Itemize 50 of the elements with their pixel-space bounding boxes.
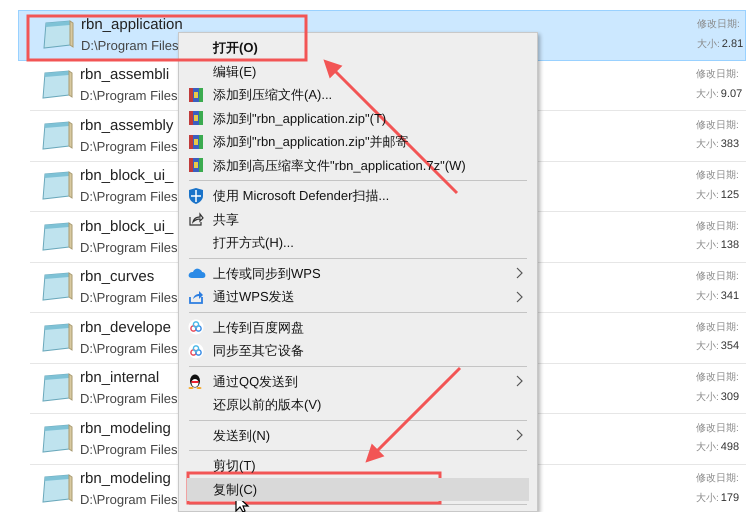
size-label: 大小:: [696, 139, 719, 152]
file-size: 383: [720, 138, 740, 152]
modified-date: 修改日期:: [696, 220, 740, 234]
file-name: rbn_modeling: [80, 470, 172, 489]
file-size: 2.81: [722, 38, 744, 52]
modified-date: 修改日期:: [696, 69, 740, 82]
file-path: D:\Program Files: [80, 88, 178, 104]
size-label: 大小:: [696, 190, 719, 202]
size-label: 大小:: [696, 492, 719, 506]
size-label: 大小:: [696, 341, 719, 354]
file-size: 498: [720, 441, 740, 455]
modified-date: 修改日期:: [696, 322, 740, 334]
file-name: rbn_assembli: [80, 66, 170, 85]
modified-date: 修改日期:: [696, 473, 740, 486]
file-size: 354: [720, 340, 740, 354]
file-name: rbn_block_ui_: [80, 218, 174, 236]
file-name: rbn_curves: [80, 268, 156, 287]
modified-date: 修改日期:: [696, 170, 740, 183]
file-name: rbn_block_ui_: [80, 167, 174, 186]
file-path: D:\Program Files: [80, 340, 178, 357]
file-name: rbn_assembly: [80, 116, 174, 136]
modified-date: 修改日期:: [696, 422, 740, 436]
file-path: D:\Program Files: [80, 138, 178, 155]
modified-date: 修改日期:: [696, 372, 740, 385]
file-path: D:\Program Files: [80, 492, 178, 508]
file-size: 309: [720, 390, 740, 404]
modified-date: 修改日期:: [696, 271, 740, 284]
file-name: rbn_internal: [80, 369, 160, 388]
size-label: 大小:: [696, 240, 719, 253]
file-size: 9.07: [720, 88, 742, 102]
size-label: 大小:: [696, 442, 719, 455]
file-path: D:\Program Files: [80, 442, 178, 458]
size-label: 大小:: [697, 38, 720, 52]
file-path: D:\Program Files: [80, 290, 178, 306]
size-label: 大小:: [696, 88, 719, 102]
file-size: 179: [720, 492, 740, 506]
file-size: 138: [720, 239, 740, 253]
file-size: 125: [720, 188, 740, 202]
file-path: D:\Program Files: [80, 189, 178, 206]
file-path: D:\Program Files: [80, 240, 178, 256]
file-name: rbn_modeling: [80, 420, 172, 438]
size-label: 大小:: [696, 290, 719, 304]
modified-date: 修改日期:: [697, 19, 741, 32]
file-path: D:\Program Files: [81, 38, 180, 54]
modified-date: 修改日期:: [696, 120, 740, 132]
file-name: rbn_develope: [80, 318, 172, 338]
file-name: rbn_application: [81, 16, 183, 35]
file-size: 341: [720, 290, 740, 304]
file-path: D:\Program Files: [80, 391, 178, 408]
size-label: 大小:: [696, 392, 719, 404]
